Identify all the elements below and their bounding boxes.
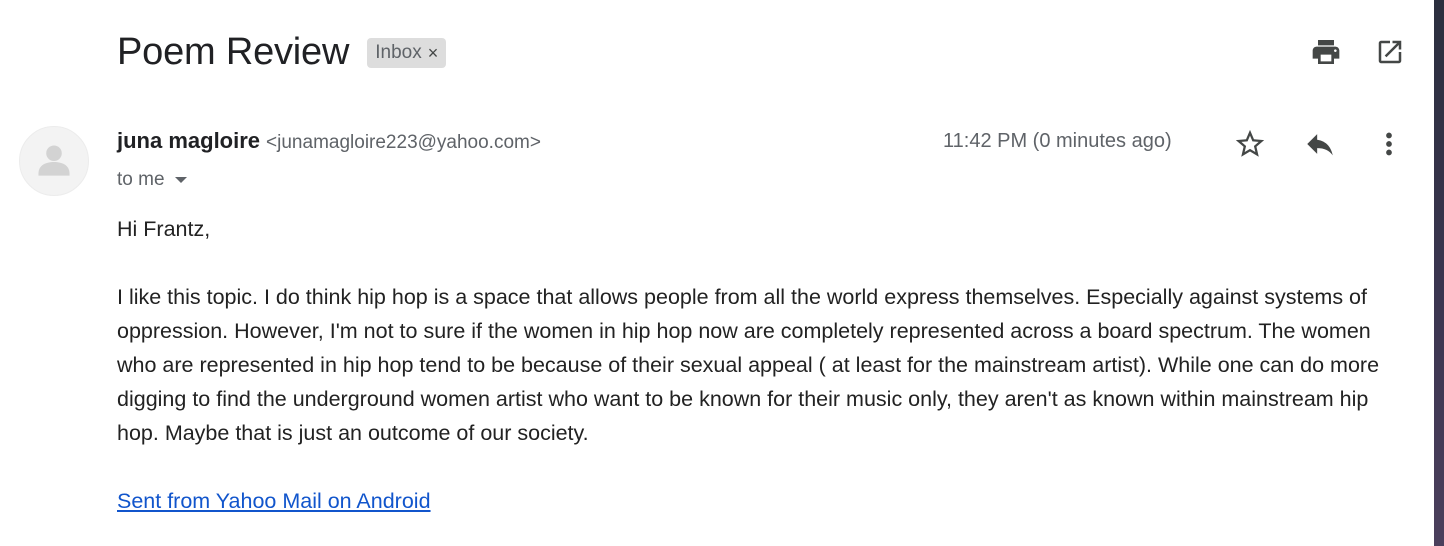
open-in-new-window-icon: [1378, 40, 1402, 64]
open-in-new-window-button[interactable]: [1372, 34, 1408, 70]
reply-icon: [1307, 134, 1333, 156]
inbox-label-chip[interactable]: Inbox ×: [367, 38, 447, 68]
message-greeting: Hi Frantz,: [117, 217, 211, 241]
reply-button[interactable]: [1300, 124, 1340, 164]
sender-name: juna magloire: [117, 128, 261, 153]
message-timestamp: 11:42 PM (0 minutes ago): [943, 130, 1172, 152]
signature-link[interactable]: Sent from Yahoo Mail on Android: [117, 489, 431, 513]
more-options-button[interactable]: [1369, 124, 1409, 164]
message-body: Hi Frantz, I like this topic. I do think…: [117, 212, 1387, 518]
recipient-text: to me: [117, 169, 165, 190]
sender-avatar: [19, 126, 89, 196]
background-edge: [1434, 0, 1444, 546]
print-icon: [1312, 40, 1340, 64]
sender-email: <junamagloire223@yahoo.com>: [266, 132, 541, 153]
sender-row: juna magloire <junamagloire223@yahoo.com…: [117, 128, 541, 160]
star-icon: [1235, 129, 1265, 157]
recipient-details-toggle[interactable]: to me: [117, 167, 187, 193]
subject-row: Poem Review Inbox ×: [117, 30, 447, 74]
email-subject: Poem Review: [117, 30, 350, 73]
print-all-button[interactable]: [1308, 34, 1344, 70]
star-button[interactable]: [1230, 124, 1270, 164]
remove-label-button[interactable]: ×: [428, 43, 439, 64]
chevron-down-icon: [174, 177, 187, 183]
message-paragraph: I like this topic. I do think hip hop is…: [117, 285, 1380, 445]
more-vertical-icon: [1386, 132, 1392, 156]
label-text: Inbox: [375, 42, 422, 63]
default-avatar-icon: [38, 145, 70, 176]
